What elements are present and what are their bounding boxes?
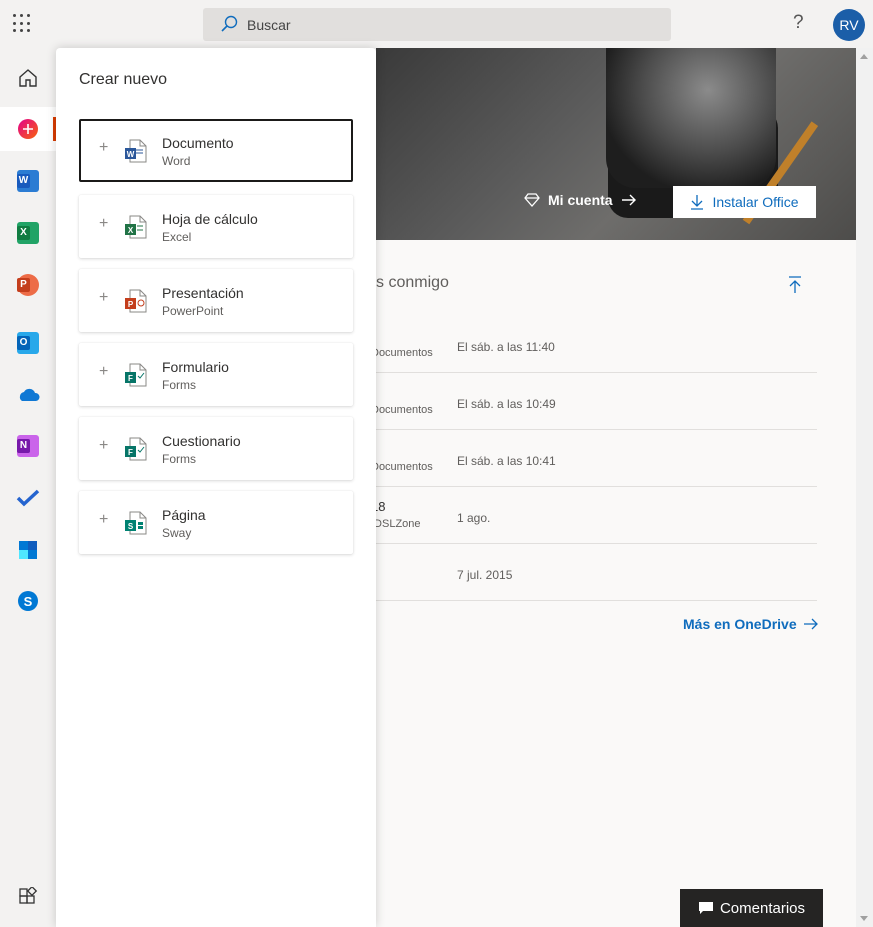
card-title: Página (162, 507, 206, 523)
onedrive-icon[interactable] (0, 373, 56, 417)
scrollbar[interactable] (856, 48, 873, 927)
feedback-button[interactable]: Comentarios (680, 889, 823, 927)
excel-icon[interactable]: X (0, 211, 56, 255)
plus-icon: + (99, 511, 109, 528)
diamond-icon (524, 193, 540, 207)
top-bar: Buscar ? RV (0, 0, 873, 48)
word-doc-icon: W (125, 139, 147, 163)
svg-text:W: W (127, 150, 135, 159)
outlook-icon[interactable]: O (0, 321, 56, 365)
file-date: 1 ago. (457, 511, 491, 525)
main-content: s conmigo Documentos El sáb. a las 11:40… (371, 240, 856, 927)
all-apps-icon[interactable] (0, 875, 56, 919)
file-date: 7 jul. 2015 (457, 568, 513, 582)
powerpoint-icon[interactable]: P (0, 263, 56, 307)
file-location: Documentos (371, 347, 433, 359)
card-title: Hoja de cálculo (162, 211, 258, 227)
file-location: Documentos (371, 461, 433, 473)
svg-text:P: P (128, 300, 134, 309)
svg-text:F: F (128, 374, 133, 383)
file-location: .DSLZone (371, 518, 421, 530)
feedback-label: Comentarios (719, 899, 806, 917)
forms-doc-icon: F (125, 437, 147, 461)
todo-icon[interactable] (0, 476, 56, 520)
create-word-document[interactable]: + W Documento Word (79, 119, 353, 182)
word-icon[interactable]: W (0, 159, 56, 203)
search-icon (221, 15, 238, 32)
home-icon[interactable] (0, 56, 56, 100)
card-app: Sway (162, 526, 192, 540)
plus-icon: + (99, 139, 109, 156)
svg-text:S: S (24, 594, 33, 609)
plus-icon: + (99, 215, 109, 232)
card-title: Formulario (162, 359, 229, 375)
store-icon[interactable] (0, 528, 56, 572)
create-excel-workbook[interactable]: + X Hoja de cálculo Excel (79, 195, 353, 258)
install-office-button[interactable]: Instalar Office (673, 186, 816, 218)
create-icon[interactable] (0, 107, 56, 151)
card-title: Cuestionario (162, 433, 241, 449)
hero-image (606, 48, 776, 188)
arrow-right-icon (803, 618, 818, 630)
help-icon[interactable]: ? (793, 12, 804, 34)
search-input[interactable]: Buscar (247, 17, 291, 33)
plus-icon: + (99, 289, 109, 306)
comment-icon (698, 902, 713, 914)
scroll-to-top-icon[interactable] (788, 276, 802, 294)
file-date: El sáb. a las 11:40 (457, 340, 555, 354)
search-box[interactable]: Buscar (203, 8, 671, 41)
create-new-panel: Crear nuevo + W Documento Word + X Hoja … (56, 48, 376, 927)
my-account-link[interactable]: Mi cuenta (524, 192, 637, 208)
card-app: Forms (162, 378, 196, 392)
table-row[interactable]: 18 .DSLZone 1 ago. (371, 487, 817, 544)
panel-title: Crear nuevo (79, 71, 168, 88)
scroll-down-icon[interactable] (860, 916, 868, 921)
card-title: Presentación (162, 285, 244, 301)
arrow-right-icon (621, 194, 636, 206)
download-icon (691, 195, 704, 210)
create-quiz[interactable]: + F Cuestionario Forms (79, 417, 353, 480)
install-office-label: Instalar Office (712, 194, 799, 210)
plus-icon: + (99, 437, 109, 454)
forms-doc-icon: F (125, 363, 147, 387)
avatar[interactable]: RV (833, 9, 865, 41)
svg-text:F: F (128, 448, 133, 457)
table-row[interactable]: 7 jul. 2015 (376, 544, 817, 601)
table-row[interactable]: Documentos El sáb. a las 10:41 (371, 430, 817, 487)
create-form[interactable]: + F Formulario Forms (79, 343, 353, 406)
file-date: El sáb. a las 10:41 (457, 454, 556, 468)
create-sway-page[interactable]: + S Página Sway (79, 491, 353, 554)
file-date: El sáb. a las 10:49 (457, 397, 556, 411)
svg-text:S: S (128, 522, 134, 531)
skype-icon[interactable]: S (0, 579, 56, 623)
more-in-onedrive-link[interactable]: Más en OneDrive (683, 616, 819, 632)
onenote-icon[interactable]: N (0, 424, 56, 468)
sway-doc-icon: S (125, 511, 147, 535)
app-rail: W X P O N S (0, 48, 56, 927)
section-title: s conmigo (376, 274, 449, 291)
card-app: Forms (162, 452, 196, 466)
scroll-up-icon[interactable] (860, 54, 868, 59)
powerpoint-doc-icon: P (125, 289, 147, 313)
hero-banner: Mi cuenta Instalar Office (376, 48, 856, 240)
table-row[interactable]: Documentos El sáb. a las 10:49 (371, 373, 817, 430)
table-row[interactable]: Documentos El sáb. a las 11:40 (371, 316, 817, 373)
card-app: Word (162, 154, 191, 168)
card-app: PowerPoint (162, 304, 224, 318)
card-title: Documento (162, 135, 234, 151)
plus-icon: + (99, 363, 109, 380)
more-in-onedrive-label: Más en OneDrive (683, 616, 797, 632)
file-location: Documentos (371, 404, 433, 416)
app-launcher-icon[interactable] (13, 14, 33, 34)
card-app: Excel (162, 230, 192, 244)
svg-text:X: X (128, 226, 134, 235)
create-powerpoint-presentation[interactable]: + P Presentación PowerPoint (79, 269, 353, 332)
my-account-label: Mi cuenta (548, 192, 613, 208)
excel-doc-icon: X (125, 215, 147, 239)
